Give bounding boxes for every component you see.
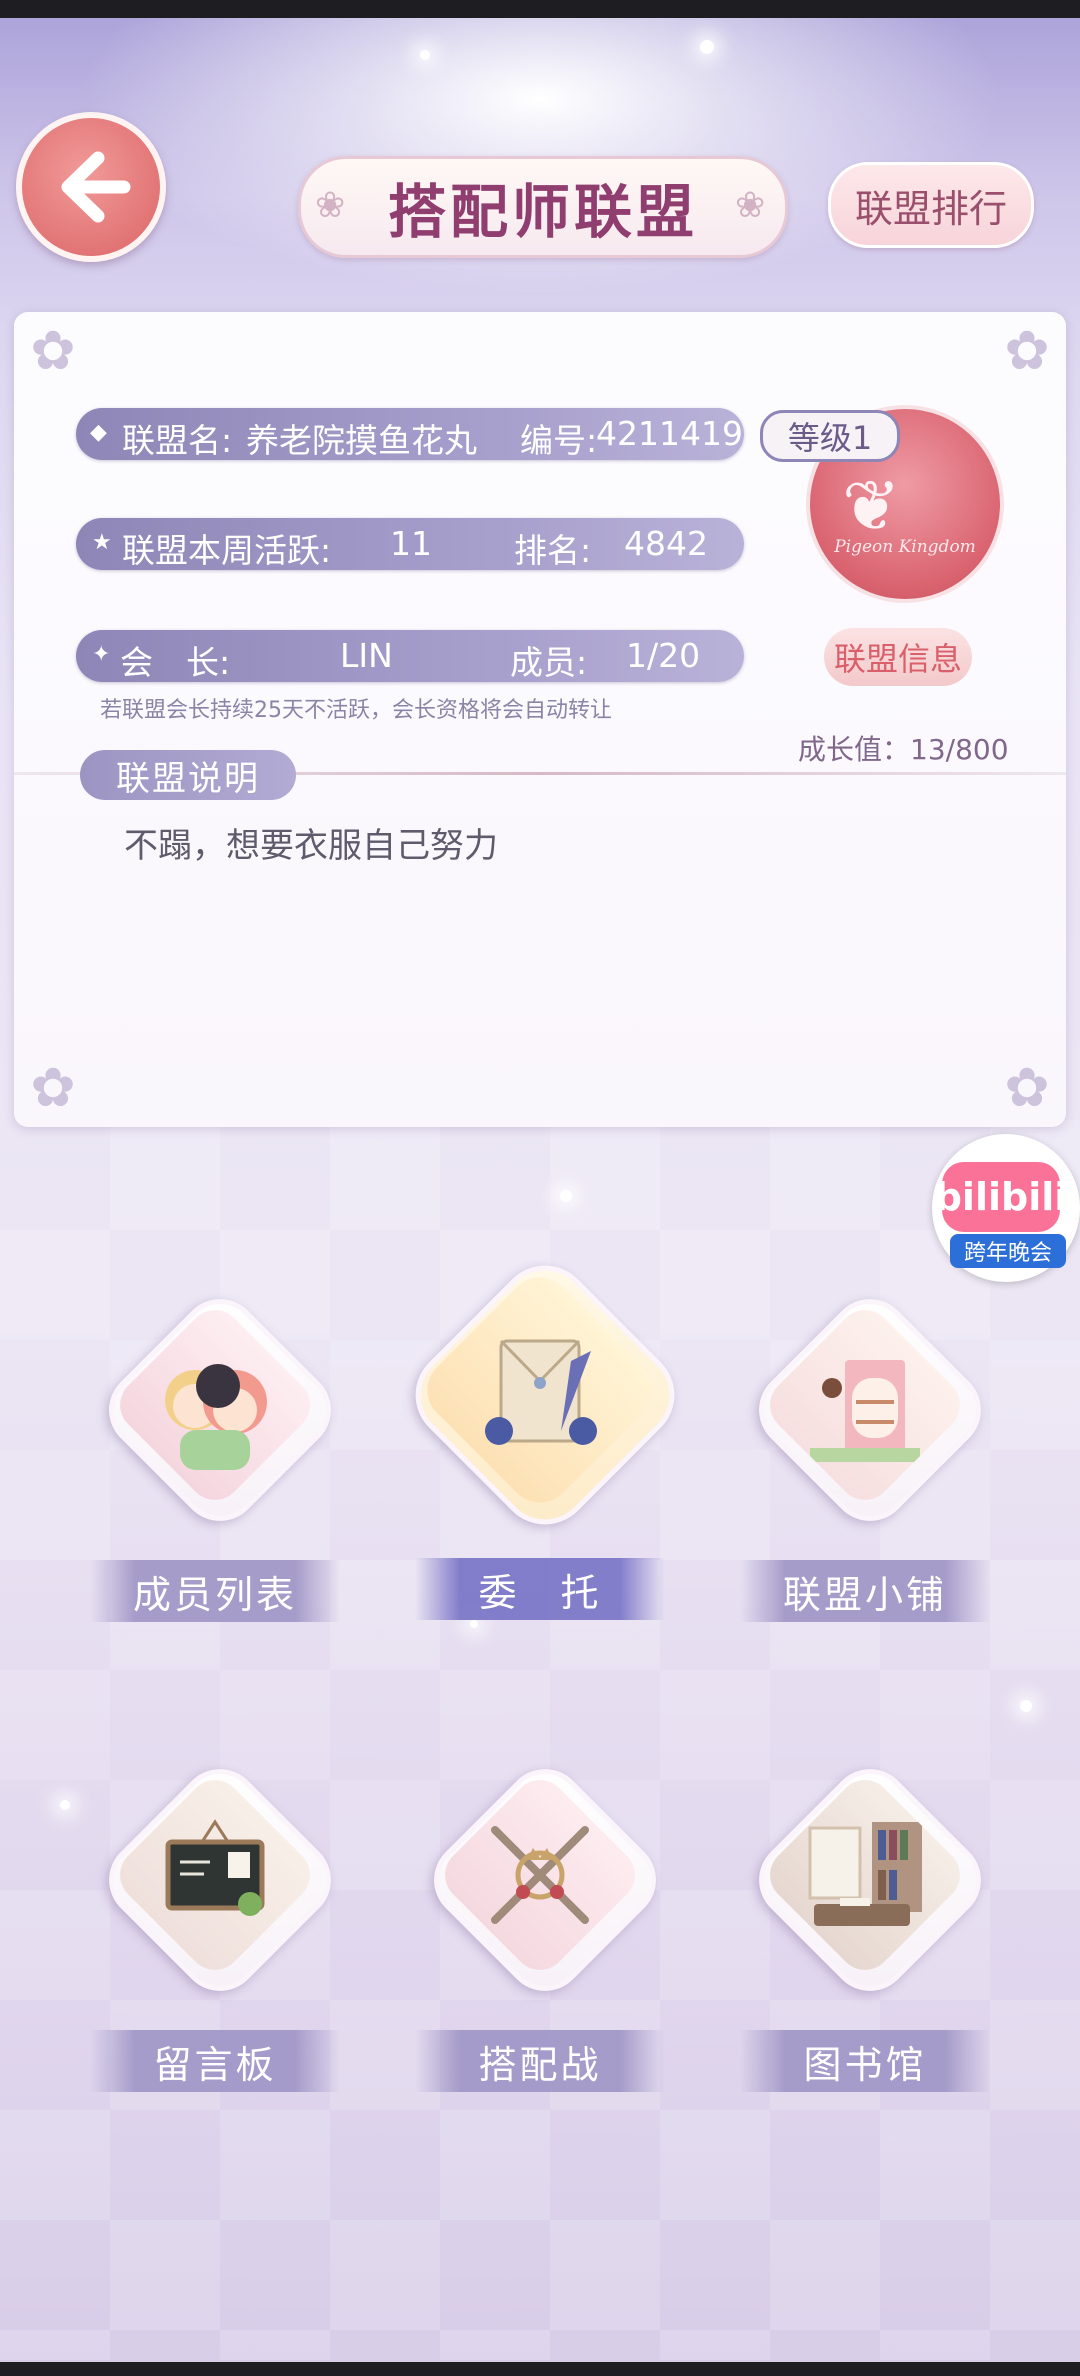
- menu-commission[interactable]: 委 托: [395, 1246, 694, 1640]
- members-label: 成员:: [510, 643, 588, 682]
- corner-rose-icon: ✿: [30, 319, 76, 382]
- corner-rose-icon: ✿: [1004, 1056, 1050, 1119]
- sparkle: [60, 1800, 70, 1810]
- alliance-info-label: 联盟信息: [833, 640, 962, 678]
- emblem-text: Pigeon Kingdom: [834, 537, 976, 557]
- alliance-activity-row: ★ 联盟本周活跃: 11 排名: 4842: [76, 518, 744, 570]
- menu-styling-battle[interactable]: 搭配战: [395, 1740, 685, 2110]
- alliance-id: 4211419: [596, 414, 743, 453]
- battle-art: [433, 1768, 647, 1982]
- library-label: 图书馆: [803, 2042, 927, 2087]
- alliance-name-label: 联盟名:: [122, 421, 233, 460]
- alliance-description: 不蹋，想要衣服自己努力: [124, 826, 498, 866]
- alliance-info-button[interactable]: 联盟信息: [824, 628, 972, 686]
- bilibili-event-tag: 跨年晚会: [950, 1234, 1066, 1268]
- members-count: 1/20: [626, 636, 701, 675]
- library-label-bar: 图书馆: [740, 2030, 990, 2092]
- sparkle: [1020, 1700, 1032, 1712]
- board-label: 留言板: [153, 2042, 277, 2087]
- description-tag: 联盟说明: [80, 750, 296, 800]
- rose-ornament-icon: ❀: [315, 185, 346, 226]
- book-icon: ◆: [90, 420, 107, 445]
- weekly-activity-value: 11: [390, 524, 432, 563]
- bilibili-floating-badge[interactable]: bilibili 跨年晚会: [932, 1134, 1080, 1282]
- library-art: [758, 1768, 972, 1982]
- shop-label: 联盟小铺: [782, 1572, 947, 1617]
- bilibili-logo: bilibili: [935, 1162, 1067, 1232]
- description-label: 联盟说明: [116, 758, 260, 799]
- commission-label-bar: 委 托: [415, 1558, 665, 1620]
- alliance-name-row: ◆ 联盟名: 养老院摸鱼花丸 编号: 4211419: [76, 408, 744, 460]
- page-title: 搭配师联盟: [387, 178, 698, 246]
- sparkle-icon: ✦: [92, 642, 111, 667]
- leader-name: LIN: [340, 636, 393, 675]
- menu-members[interactable]: 成员列表: [70, 1270, 360, 1640]
- alliance-leader-row: ✦ 会 长: LIN 成员: 1/20: [76, 630, 744, 682]
- sparkle: [700, 40, 714, 54]
- navigation-bar: [0, 2362, 1080, 2376]
- commission-art: [414, 1264, 666, 1516]
- corner-rose-icon: ✿: [1004, 319, 1050, 382]
- status-bar: [0, 0, 1080, 18]
- commission-label: 委 托: [478, 1570, 602, 1615]
- envelope-quill-icon: [485, 1339, 597, 1445]
- battle-label-bar: 搭配战: [415, 2030, 665, 2092]
- back-arrow-icon: [61, 151, 131, 223]
- weekly-activity-label: 联盟本周活跃:: [122, 531, 332, 570]
- menu-shop[interactable]: 联盟小铺: [720, 1270, 1010, 1640]
- winged-crest-icon: ❦: [842, 465, 901, 547]
- rank-value: 4842: [624, 524, 708, 563]
- leader-transfer-note: 若联盟会长持续25天不活跃，会长资格将会自动转让: [100, 698, 612, 723]
- rank-label: 排名:: [514, 531, 592, 570]
- level-text: 等级1: [787, 419, 873, 457]
- growth-value: 成长值：13/800: [798, 733, 1009, 766]
- alliance-name: 养老院摸鱼花丸: [246, 421, 477, 460]
- star-icon: ★: [92, 530, 112, 555]
- shop-storefront-icon: [810, 1360, 920, 1462]
- members-label: 成员列表: [132, 1572, 297, 1617]
- board-art: [108, 1768, 322, 1982]
- level-badge: 等级1: [760, 410, 900, 462]
- alliance-ranking-label: 联盟排行: [854, 186, 1007, 231]
- bookshelf-icon: [808, 1822, 922, 1926]
- crossed-swords-icon: [491, 1826, 589, 1924]
- alliance-ranking-button[interactable]: 联盟排行: [828, 162, 1034, 248]
- members-art: [108, 1298, 322, 1512]
- alliance-id-label: 编号:: [520, 421, 598, 460]
- members-portrait-icon: [165, 1364, 267, 1470]
- page-title-banner: ❀ 搭配师联盟 ❀: [298, 156, 788, 258]
- menu-library[interactable]: 图书馆: [720, 1740, 1010, 2110]
- sparkle: [420, 50, 430, 60]
- shop-art: [758, 1298, 972, 1512]
- menu-message-board[interactable]: 留言板: [70, 1740, 360, 2110]
- back-button[interactable]: [16, 112, 166, 262]
- corner-rose-icon: ✿: [30, 1056, 76, 1119]
- board-label-bar: 留言板: [90, 2030, 340, 2092]
- leader-label: 会 长:: [120, 643, 231, 682]
- rose-ornament-icon: ❀: [735, 185, 766, 226]
- battle-label: 搭配战: [478, 2042, 602, 2087]
- shop-label-bar: 联盟小铺: [740, 1560, 990, 1622]
- chalkboard-icon: [165, 1819, 265, 1916]
- sparkle: [560, 1190, 572, 1202]
- members-label-bar: 成员列表: [90, 1560, 340, 1622]
